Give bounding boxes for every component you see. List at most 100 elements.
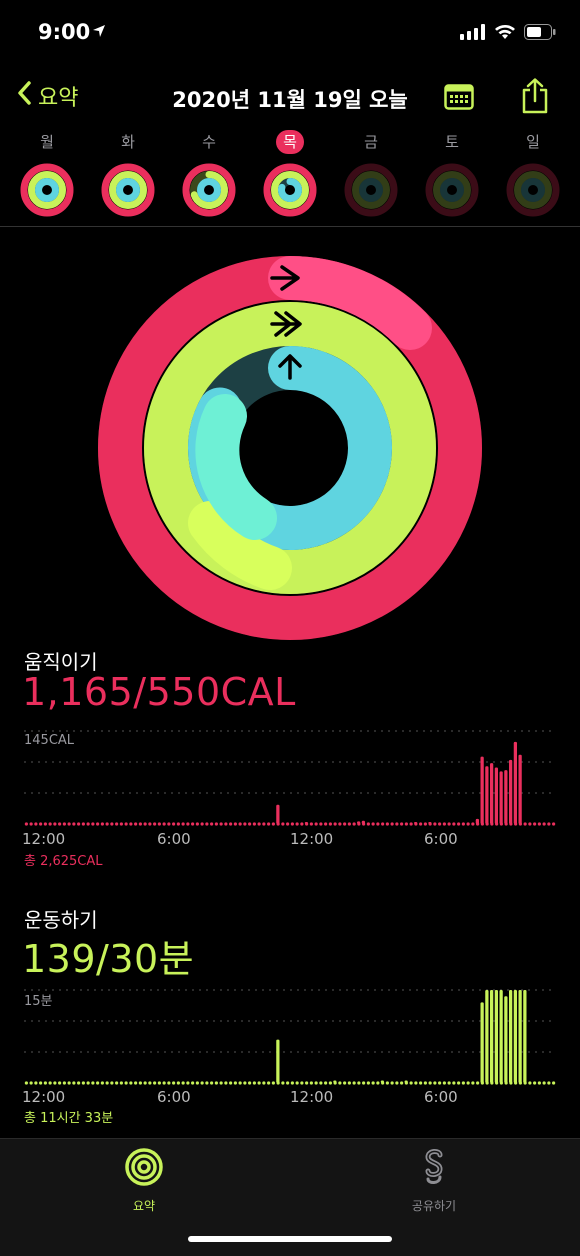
- tab-summary[interactable]: 요약: [84, 1147, 204, 1214]
- day-label: 토: [445, 133, 459, 151]
- baseline-dot: [34, 822, 38, 826]
- baseline-dot: [219, 1081, 223, 1085]
- baseline-dot: [91, 1081, 95, 1085]
- day6-track-2: [521, 178, 545, 202]
- day-rings-icon: [20, 163, 74, 217]
- page-title: 2020년 11월 19일 오늘: [172, 88, 408, 112]
- baseline-dot: [271, 822, 275, 826]
- tab-summary-label: 요약: [132, 1199, 156, 1213]
- baseline-dot: [100, 1081, 104, 1085]
- share-icon: [520, 78, 550, 118]
- baseline-dot: [290, 1081, 294, 1085]
- baseline-dot: [24, 822, 28, 826]
- day-7[interactable]: 일: [503, 130, 563, 218]
- baseline-dot: [281, 1081, 285, 1085]
- baseline-dot: [461, 822, 465, 826]
- baseline-dot: [533, 1081, 537, 1085]
- bar: [361, 820, 365, 824]
- bar: [499, 771, 503, 824]
- baseline-dot: [400, 1081, 404, 1085]
- baseline-dot: [414, 1081, 418, 1085]
- day-rings-icon: [101, 163, 155, 217]
- baseline-dot: [271, 1081, 275, 1085]
- baseline-dot: [86, 1081, 90, 1085]
- baseline-dot: [96, 1081, 100, 1085]
- bar: [485, 990, 489, 1083]
- baseline-dot: [81, 822, 85, 826]
- share-button[interactable]: [520, 78, 550, 118]
- exercise-tick-3: 12:00: [290, 1088, 334, 1106]
- baseline-dot: [214, 822, 218, 826]
- day-2[interactable]: 화: [98, 130, 158, 218]
- baseline-dot: [67, 822, 71, 826]
- baseline-dot: [314, 1081, 318, 1085]
- baseline-dot: [210, 1081, 214, 1085]
- baseline-dot: [552, 822, 556, 826]
- baseline-dot: [162, 1081, 166, 1085]
- baseline-dot: [452, 822, 456, 826]
- baseline-dot: [167, 1081, 171, 1085]
- baseline-dot: [48, 1081, 52, 1085]
- home-indicator: [188, 1236, 392, 1242]
- baseline-dot: [300, 1081, 304, 1085]
- baseline-dot: [338, 822, 342, 826]
- baseline-dot: [153, 822, 157, 826]
- baseline-dot: [395, 1081, 399, 1085]
- calendar-button[interactable]: [444, 84, 474, 114]
- day-rings-icon: [344, 163, 398, 217]
- baseline-dot: [324, 822, 328, 826]
- baseline-dot: [433, 822, 437, 826]
- exercise-chart: [24, 989, 556, 1085]
- move-tick-1: 12:00: [22, 830, 66, 848]
- baseline-dot: [62, 822, 66, 826]
- baseline-dot: [224, 1081, 228, 1085]
- day-3[interactable]: 수: [179, 130, 239, 218]
- day-6[interactable]: 토: [422, 130, 482, 218]
- bar: [504, 770, 508, 824]
- baseline-dot: [110, 1081, 114, 1085]
- baseline-dot: [148, 822, 152, 826]
- baseline-dot: [366, 822, 370, 826]
- baseline-dot: [385, 1081, 389, 1085]
- baseline-dot: [72, 822, 76, 826]
- day-5[interactable]: 금: [341, 130, 401, 218]
- tab-sharing[interactable]: 공유하기: [374, 1147, 494, 1214]
- exercise-tick-1: 12:00: [22, 1088, 66, 1106]
- baseline-dot: [24, 1081, 28, 1085]
- baseline-dot: [229, 822, 233, 826]
- baseline-dot: [252, 1081, 256, 1085]
- move-total: 총 2,625CAL: [24, 854, 103, 869]
- baseline-dot: [533, 822, 537, 826]
- baseline-dot: [39, 1081, 43, 1085]
- baseline-dot: [191, 1081, 195, 1085]
- baseline-dot: [67, 1081, 71, 1085]
- baseline-dot: [419, 1081, 423, 1085]
- baseline-dot: [129, 1081, 133, 1085]
- baseline-dot: [314, 822, 318, 826]
- baseline-dot: [200, 822, 204, 826]
- baseline-dot: [381, 822, 385, 826]
- baseline-dot: [390, 1081, 394, 1085]
- baseline-dot: [138, 1081, 142, 1085]
- day-1[interactable]: 월: [17, 130, 77, 218]
- baseline-dot: [352, 1081, 356, 1085]
- baseline-dot: [338, 1081, 342, 1085]
- baseline-dot: [447, 822, 451, 826]
- bar: [276, 804, 280, 824]
- baseline-dot: [43, 1081, 47, 1085]
- day5-track-2: [440, 178, 464, 202]
- day-label: 수: [202, 133, 216, 151]
- day-label: 금: [364, 133, 378, 151]
- bar: [490, 990, 494, 1083]
- baseline-dot: [471, 1081, 475, 1085]
- baseline-dot: [29, 822, 33, 826]
- baseline-dot: [461, 1081, 465, 1085]
- baseline-dot: [162, 822, 166, 826]
- day-4[interactable]: 목: [260, 130, 320, 218]
- baseline-dot: [134, 822, 138, 826]
- baseline-dot: [96, 822, 100, 826]
- baseline-dot: [428, 1081, 432, 1085]
- baseline-dot: [43, 822, 47, 826]
- baseline-dot: [167, 822, 171, 826]
- move-tick-3: 12:00: [290, 830, 334, 848]
